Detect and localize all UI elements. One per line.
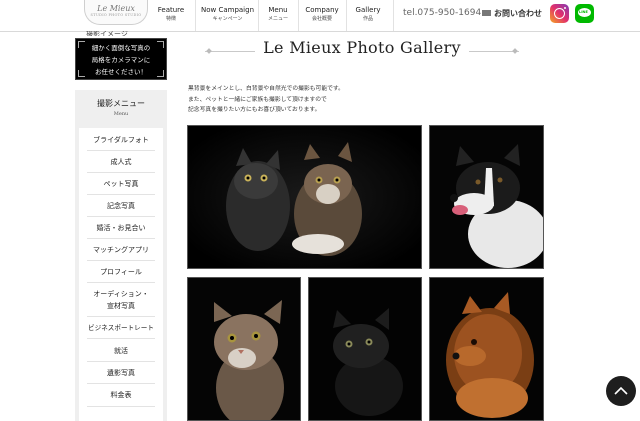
menu-item-profile[interactable]: プロフィール	[79, 267, 163, 278]
two-cats-image	[188, 126, 421, 268]
menu-item-pricing[interactable]: 料金表	[79, 390, 163, 401]
menu-divider	[87, 282, 155, 283]
logo[interactable]: Le Mieux STUDIO PHOTO STUDIO	[84, 0, 148, 25]
menu-header: 撮影メニュー Menu	[75, 90, 167, 126]
menu-item-memorial[interactable]: 遺影写真	[79, 368, 163, 379]
shooting-menu: 撮影メニュー Menu ブライダルフォト 成人式 ペット写真 記念写真 婚活・お…	[75, 90, 167, 421]
page-title: Le Mieux Photo Gallery	[263, 38, 461, 57]
menu-item-pet[interactable]: ペット写真	[79, 179, 163, 190]
menu-divider	[87, 194, 155, 195]
menu-divider	[87, 260, 155, 261]
nav-feature[interactable]: Feature 特徴	[157, 6, 185, 23]
logo-sub: STUDIO PHOTO STUDIO	[90, 13, 142, 17]
frame-corner	[157, 41, 164, 48]
nav-divider	[298, 0, 299, 31]
line-icon[interactable]: LINE	[575, 4, 594, 23]
intro-line: 記念写真を撮りたい方にもお喜び頂いております。	[188, 107, 321, 113]
line-icon-label: LINE	[579, 10, 588, 14]
scroll-to-top-button[interactable]	[606, 376, 636, 406]
promo-line: お任せください！	[95, 68, 147, 76]
nav-divider	[195, 0, 196, 31]
nav-campaign[interactable]: Now Campaign キャンペーン	[200, 6, 255, 23]
nav-divider	[258, 0, 259, 31]
menu-item-commemorative[interactable]: 記念写真	[79, 201, 163, 212]
menu-divider	[87, 338, 155, 339]
nav-company-en: Company	[305, 6, 339, 14]
promo-line: 局格をカメラマンに	[91, 56, 151, 64]
menu-item-audition-2[interactable]: 宣材写真	[79, 301, 163, 312]
mail-icon	[482, 10, 491, 16]
nav-feature-ja: 特徴	[165, 16, 176, 22]
gallery-photo-black-cat[interactable]	[308, 277, 422, 421]
menu-divider	[87, 172, 155, 173]
contact-link[interactable]: お問い合わせ	[482, 8, 542, 19]
menu-divider	[87, 216, 155, 217]
menu-item-matching-app[interactable]: マッチングアプリ	[79, 245, 163, 256]
sidebar-cutoff-text: 撮影イメージ	[86, 31, 128, 36]
menu-list: ブライダルフォト 成人式 ペット写真 記念写真 婚活・お見合い マッチングアプリ…	[79, 128, 163, 421]
nav-feature-en: Feature	[157, 6, 185, 14]
gallery-photo-border-collie[interactable]	[429, 125, 544, 269]
site-header: Le Mieux STUDIO PHOTO STUDIO Feature 特徴 …	[0, 0, 640, 32]
menu-item-marriage[interactable]: 婚活・お見合い	[79, 223, 163, 234]
gallery-photo-pomeranian[interactable]	[429, 277, 544, 421]
nav-menu[interactable]: Menu メニュー	[264, 6, 292, 23]
menu-divider	[87, 238, 155, 239]
intro-text: 黒背景をメインとし、白背景や自然光での撮影も可能です。 また、ペットと一緒にご家…	[188, 84, 528, 116]
frame-corner	[157, 70, 164, 77]
menu-item-audition[interactable]: オーディション・	[79, 289, 163, 300]
nav-gallery-en: Gallery	[355, 6, 381, 14]
nav-campaign-ja: キャンペーン	[212, 16, 243, 22]
nav-gallery[interactable]: Gallery 作品	[352, 6, 384, 23]
tabby-cat-image	[188, 278, 300, 420]
nav-menu-en: Menu	[268, 6, 288, 14]
chevron-up-icon	[614, 386, 628, 395]
instagram-icon[interactable]	[550, 4, 569, 23]
nav-divider	[393, 0, 394, 31]
menu-item-bridal[interactable]: ブライダルフォト	[79, 135, 163, 146]
intro-line: また、ペットと一緒にご家族も撮影して頂けますので	[188, 96, 327, 103]
black-cat-image	[309, 278, 421, 420]
frame-corner	[78, 41, 85, 48]
menu-divider	[87, 316, 155, 317]
nav-menu-ja: メニュー	[267, 16, 288, 22]
gallery-photo-two-cats[interactable]	[187, 125, 422, 269]
border-collie-image	[430, 126, 543, 268]
promo-banner[interactable]: 細かく面倒な写真の 局格をカメラマンに お任せください！	[75, 38, 167, 80]
menu-divider	[87, 361, 155, 362]
menu-divider	[87, 383, 155, 384]
contact-label: お問い合わせ	[494, 9, 542, 18]
menu-subtitle: Menu	[113, 111, 129, 117]
menu-title: 撮影メニュー	[97, 99, 145, 108]
gallery-photo-tabby-cat[interactable]	[187, 277, 301, 421]
nav-company[interactable]: Company 会社概要	[303, 6, 341, 23]
logo-script: Le Mieux	[97, 4, 135, 13]
intro-line: 黒背景をメインとし、白背景や自然光での撮影も可能です。	[188, 86, 344, 92]
menu-divider	[87, 150, 155, 151]
promo-line: 細かく面倒な写真の	[91, 44, 151, 52]
menu-item-job-hunting[interactable]: 就活	[79, 346, 163, 357]
frame-corner	[78, 70, 85, 77]
menu-item-business-portrait[interactable]: ビジネスポートレート	[79, 323, 163, 334]
gallery-heading: Le Mieux Photo Gallery	[205, 38, 519, 62]
menu-divider	[87, 406, 155, 407]
menu-item-coming-of-age[interactable]: 成人式	[79, 157, 163, 168]
pomeranian-image	[430, 278, 543, 420]
nav-gallery-ja: 作品	[362, 16, 373, 22]
nav-divider	[346, 0, 347, 31]
phone-number[interactable]: tel.075-950-1694	[403, 8, 481, 18]
nav-campaign-en: Now Campaign	[200, 6, 255, 14]
nav-company-ja: 会社概要	[311, 16, 332, 22]
